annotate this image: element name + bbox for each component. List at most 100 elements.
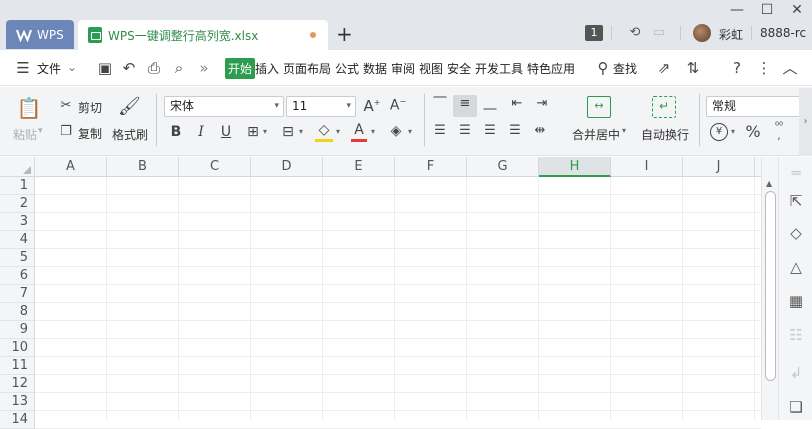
copy-button[interactable]: 复制 [78,125,102,142]
borders-icon[interactable]: ⊞ [244,124,262,140]
fill-color-chevron-down-icon[interactable]: ▾ [336,127,340,136]
spreadsheet-grid[interactable]: A B C D E F G H I J 1 2 3 4 5 6 7 8 9 10… [0,157,778,429]
table-icon[interactable]: ▦ [786,291,806,311]
decrease-indent-icon[interactable]: ⇤ [509,96,525,111]
file-menu[interactable]: 文件 [37,60,61,77]
filter-settings-icon[interactable]: ☷ [786,325,806,345]
column-header[interactable]: J [683,157,755,177]
save-icon[interactable]: ▣ [96,59,114,77]
font-color-icon[interactable]: A [351,123,367,142]
tab-special[interactable]: 特色应用 [527,60,575,77]
shapes-icon[interactable]: ◇ [786,223,806,243]
thousands-separator-icon[interactable]: ⁰⁰, [772,122,786,142]
cell-style-icon[interactable]: ⊟ [279,124,297,140]
cut-button[interactable]: 剪切 [78,99,102,116]
help-icon[interactable]: ? [728,59,746,77]
select-cursor-icon[interactable]: ⇱ [786,191,806,211]
tab-formulas[interactable]: 公式 [335,60,359,77]
document-icon[interactable]: ❏ [786,397,806,417]
tab-page-layout[interactable]: 页面布局 [283,60,331,77]
row-header[interactable]: 5 [0,249,35,267]
tab-review[interactable]: 审阅 [391,60,415,77]
paste-chevron-down-icon[interactable]: ▾ [38,126,43,136]
scroll-thumb[interactable] [765,191,776,381]
share-icon[interactable]: ⇗ [655,59,673,77]
row-header[interactable]: 10 [0,339,35,357]
document-tab[interactable]: WPS一键调整行高列宽.xlsx [78,20,328,50]
backup-icon[interactable]: ↲ [786,363,806,383]
italic-icon[interactable]: I [193,124,209,140]
row-header[interactable]: 6 [0,267,35,285]
currency-chevron-down-icon[interactable]: ▾ [731,127,735,136]
search-label[interactable]: 查找 [613,60,637,77]
format-painter-icon[interactable]: 🖌 [118,96,141,117]
user-name[interactable]: 彩虹 [719,26,743,43]
maximize-icon[interactable]: ☐ [759,2,775,18]
align-top-icon[interactable]: ⎺ [432,96,448,111]
paste-button[interactable]: 粘贴 [13,126,37,143]
paste-icon[interactable]: 📋 [16,96,42,120]
row-header[interactable]: 12 [0,375,35,393]
column-header[interactable]: E [323,157,395,177]
wps-home-tab[interactable]: WPS [6,20,74,49]
column-header[interactable]: C [179,157,251,177]
file-menu-chevron-down-icon[interactable]: ⌄ [67,60,77,74]
align-left-icon[interactable]: ☰ [432,123,448,138]
font-color-chevron-down-icon[interactable]: ▾ [371,127,375,136]
row-header[interactable]: 14 [0,411,35,429]
cell-style-chevron-down-icon[interactable]: ▾ [299,127,303,136]
font-size-select[interactable]: 11 ▾ [286,96,356,117]
copy-icon[interactable]: ❐ [58,124,74,139]
new-tab-plus-icon[interactable]: + [336,24,353,44]
column-header[interactable]: A [35,157,107,177]
row-header[interactable]: 8 [0,303,35,321]
tab-data[interactable]: 数据 [363,60,387,77]
column-header[interactable]: F [395,157,467,177]
number-format-select[interactable]: 常规 [706,96,800,117]
borders-chevron-down-icon[interactable]: ▾ [263,127,267,136]
column-header[interactable]: I [611,157,683,177]
row-header[interactable]: 1 [0,177,35,195]
hamburger-menu-icon[interactable]: ☰ [14,59,32,77]
search-icon[interactable]: ⚲ [594,59,612,77]
scroll-up-arrow-icon[interactable]: ▲ [766,179,772,188]
row-header[interactable]: 11 [0,357,35,375]
close-icon[interactable]: ✕ [789,2,805,18]
share-window-icon[interactable]: ▭ [651,25,667,41]
cloud-sync-icon[interactable]: ⇅ [684,59,702,77]
align-center-icon[interactable]: ☰ [457,123,473,138]
merge-center-icon[interactable]: ↔ [587,96,611,118]
ribbon-scroll-right-icon[interactable]: › [799,88,812,156]
tab-developer[interactable]: 开发工具 [475,60,523,77]
more-options-icon[interactable]: ⋮ [755,59,773,77]
tab-insert[interactable]: 插入 [255,60,279,77]
vertical-scrollbar[interactable]: ▲ [761,157,778,420]
undo-icon[interactable]: ↶ [120,59,138,77]
merge-center-chevron-down-icon[interactable]: ▾ [622,126,626,135]
user-id[interactable]: 8888-rc [760,26,806,40]
align-right-icon[interactable]: ☰ [482,123,498,138]
wrap-text-icon[interactable]: ↵ [652,96,676,118]
bold-icon[interactable]: B [168,124,184,140]
row-header[interactable]: 4 [0,231,35,249]
sync-icon[interactable]: ⟲ [627,25,643,41]
column-header[interactable]: G [467,157,539,177]
percent-icon[interactable]: % [744,122,762,141]
column-header[interactable]: D [251,157,323,177]
print-preview-icon[interactable]: ⌕ [170,59,188,77]
row-header[interactable]: 13 [0,393,35,411]
underline-icon[interactable]: U [218,124,234,140]
format-painter-button[interactable]: 格式刷 [112,126,148,143]
decrease-font-size-icon[interactable]: A− [388,97,408,114]
row-header[interactable]: 9 [0,321,35,339]
row-header[interactable]: 3 [0,213,35,231]
row-header[interactable]: 2 [0,195,35,213]
increase-indent-icon[interactable]: ⇥ [534,96,550,111]
increase-font-size-icon[interactable]: A+ [362,97,382,115]
column-header-selected[interactable]: H [539,157,611,177]
clear-format-chevron-down-icon[interactable]: ▾ [408,127,412,136]
select-all-corner[interactable] [0,157,35,177]
font-name-select[interactable]: 宋体 ▾ [164,96,284,117]
cut-icon[interactable]: ✂ [58,98,74,113]
currency-yen-icon[interactable]: ¥ [710,123,728,141]
